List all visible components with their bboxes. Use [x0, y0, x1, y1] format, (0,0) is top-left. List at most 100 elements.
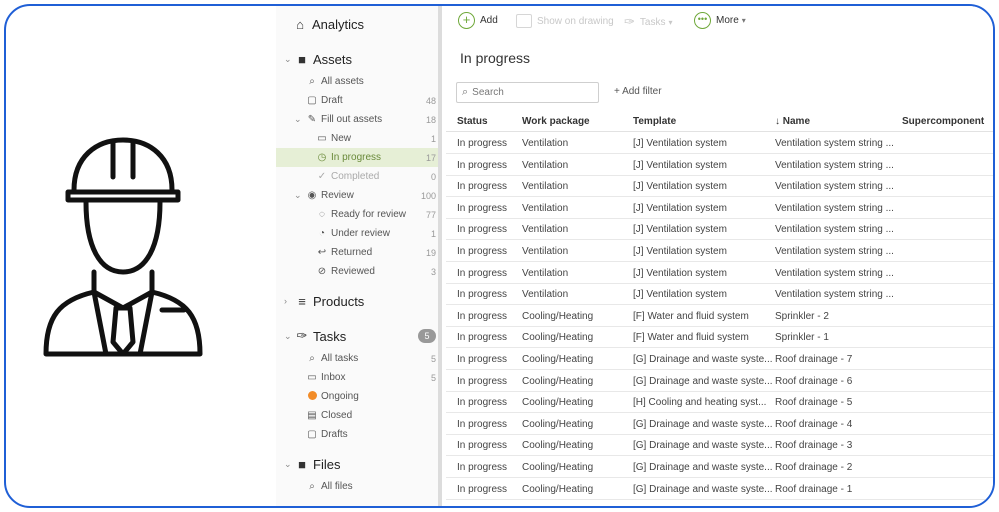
sidebar-item-label: Files — [313, 456, 341, 472]
cell-template: [J] Ventilation system — [633, 224, 727, 236]
cell-work-package: Cooling/Heating — [522, 310, 594, 322]
cell-name: Ventilation system string ... — [775, 138, 894, 149]
cell-work-package: Ventilation — [522, 267, 569, 279]
calendar-icon: ▤ — [307, 410, 317, 421]
sidebar-item-new[interactable]: ▭ New 1 — [276, 129, 438, 148]
sidebar-item-label: Reviewed — [331, 266, 375, 277]
sidebar-item-products[interactable]: › ≡ Products — [276, 289, 438, 313]
cell-template: [G] Drainage and waste syste... — [633, 462, 773, 473]
show-on-drawing-button[interactable]: Show on drawing — [516, 14, 614, 28]
cell-status: In progress — [457, 440, 508, 452]
sidebar-item-tasks[interactable]: ⌄ ✑ Tasks 5 — [276, 324, 438, 348]
cell-template: [F] Water and fluid system — [633, 310, 749, 322]
table-row[interactable]: In progress Ventilation [J] Ventilation sy… — [446, 284, 993, 306]
sidebar-item-label: Review — [321, 190, 354, 201]
table-row[interactable]: In progress Ventilation [J] Ventilation sy… — [446, 219, 993, 241]
cell-template: [G] Drainage and waste syste... — [633, 483, 773, 495]
table-row[interactable]: In progress Ventilation [J] Ventilation sy… — [446, 263, 993, 284]
sidebar-item-files[interactable]: ⌄ ■ Files — [276, 452, 438, 476]
column-header-work-package[interactable]: Work package — [522, 116, 590, 127]
cell-work-package: Cooling/Heating — [522, 462, 594, 473]
document-icon: ▢ — [307, 95, 317, 106]
sidebar-item-ongoing[interactable]: Ongoing — [276, 387, 438, 406]
cell-template: [J] Ventilation system — [633, 138, 727, 149]
table-row[interactable]: In progress Ventilation [J] Ventilation sy… — [446, 155, 993, 176]
orange-dot-icon — [306, 390, 318, 403]
column-header-template[interactable]: Template — [633, 116, 676, 127]
column-header-name[interactable]: ↓ Name — [775, 116, 810, 127]
return-arrow-icon: ↩ — [317, 247, 327, 258]
search-icon: ⌕ — [309, 76, 315, 87]
screenshot-frame: ⌂ Analytics ⌄ ■ Assets ⌕ All assets ▢ Dr… — [4, 4, 995, 508]
table-row[interactable]: In progress Cooling/Heating [G] Drainage a… — [446, 435, 993, 457]
cell-template: [G] Drainage and waste syste... — [633, 354, 773, 365]
sidebar-item-drafts[interactable]: ▢ Drafts — [276, 425, 438, 444]
table-row[interactable]: In progress Cooling/Heating [F] Water and … — [446, 327, 993, 349]
cell-work-package: Cooling/Heating — [522, 418, 594, 430]
sidebar-item-label: New — [331, 133, 352, 144]
cell-name: Sprinkler - 2 — [775, 310, 829, 322]
inbox-icon: ▭ — [307, 372, 317, 383]
search-icon: ⌕ — [462, 86, 469, 98]
column-header-supercomponent[interactable]: Supercomponent — [902, 116, 984, 127]
sidebar-item-reviewed[interactable]: ⊘ Reviewed 3 — [276, 262, 438, 281]
sidebar-item-review[interactable]: ⌄ ◉ Review 100 — [276, 186, 438, 205]
table-row[interactable]: In progress Ventilation [J] Ventilation sy… — [446, 241, 993, 262]
cell-template: [J] Ventilation system — [633, 246, 727, 257]
column-header-status[interactable]: Status — [457, 116, 488, 127]
tasks-dropdown[interactable]: ✑ Tasks ▾ — [624, 14, 672, 30]
sidebar-item-label: All tasks — [321, 353, 359, 364]
more-dropdown[interactable]: ••• More ▾ — [694, 12, 746, 29]
checkmark-icon: ✓ — [317, 171, 327, 182]
sidebar-item-assets[interactable]: ⌄ ■ Assets — [276, 47, 438, 71]
sidebar-item-in-progress[interactable]: ◷ In progress 17 — [276, 148, 438, 167]
pencil-icon: ✎ — [307, 114, 317, 125]
table-row[interactable]: In progress Ventilation [J] Ventilation sy… — [446, 198, 993, 219]
table-row[interactable]: In progress Cooling/Heating [G] Drainage a… — [446, 457, 993, 478]
cell-work-package: Cooling/Heating — [522, 440, 594, 452]
more-icon: ••• — [694, 12, 711, 29]
cell-template: [F] Water and fluid system — [633, 332, 749, 344]
sidebar-item-label: All assets — [321, 76, 364, 87]
search-input[interactable]: ⌕ Search — [456, 82, 599, 103]
sidebar-item-draft[interactable]: ▢ Draft 48 — [276, 91, 438, 110]
table-row[interactable]: In progress Cooling/Heating [H] Cooling an… — [446, 392, 993, 414]
sidebar-item-ready-for-review[interactable]: ◌ Ready for review 77 — [276, 205, 438, 224]
add-button[interactable]: + Add — [458, 12, 498, 29]
sidebar-item-all-files[interactable]: ⌕ All files — [276, 477, 438, 496]
sidebar-item-completed[interactable]: ✓ Completed 0 — [276, 167, 438, 186]
table-header: Status Work package Template ↓ Name Supe… — [446, 112, 993, 132]
cell-name: Roof drainage - 6 — [775, 375, 853, 387]
cell-status: In progress — [457, 267, 508, 279]
sidebar-item-analytics[interactable]: ⌂ Analytics — [276, 12, 438, 36]
sidebar-item-label: All files — [321, 481, 353, 492]
table-row[interactable]: In progress Cooling/Heating [G] Drainage a… — [446, 414, 993, 435]
cell-work-package: Ventilation — [522, 159, 569, 171]
sidebar-item-under-review[interactable]: ◔ Under review 1 — [276, 224, 438, 243]
table-row[interactable]: In progress Ventilation [J] Ventilation sy… — [446, 133, 993, 154]
clock-check-icon: ◌ — [319, 209, 325, 220]
sidebar-item-inbox[interactable]: ▭ Inbox 5 — [276, 368, 438, 387]
cell-name: Roof drainage - 5 — [775, 397, 853, 409]
sidebar: ⌂ Analytics ⌄ ■ Assets ⌕ All assets ▢ Dr… — [276, 6, 442, 506]
sidebar-item-fill-out-assets[interactable]: ⌄ ✎ Fill out assets 18 — [276, 110, 438, 129]
cell-status: In progress — [457, 289, 508, 301]
table-row[interactable]: In progress Cooling/Heating [F] Water and … — [446, 306, 993, 327]
table-row[interactable]: In progress Ventilation [J] Ventilation sy… — [446, 176, 993, 198]
sidebar-item-label: Drafts — [321, 429, 348, 440]
sidebar-item-all-assets[interactable]: ⌕ All assets — [276, 72, 438, 91]
table-row[interactable]: In progress Cooling/Heating [G] Drainage a… — [446, 349, 993, 370]
sidebar-item-returned[interactable]: ↩ Returned 19 — [276, 243, 438, 262]
chevron-down-icon: ▾ — [741, 16, 746, 25]
cell-work-package: Ventilation — [522, 202, 569, 214]
sidebar-item-label: Draft — [321, 95, 343, 106]
sidebar-item-closed[interactable]: ▤ Closed — [276, 406, 438, 425]
table-row[interactable]: In progress Cooling/Heating [G] Drainage a… — [446, 479, 993, 500]
sidebar-item-all-tasks[interactable]: ⌕ All tasks 5 — [276, 349, 438, 368]
briefcase-icon: ■ — [298, 51, 306, 67]
table-row[interactable]: In progress Cooling/Heating [G] Drainage a… — [446, 371, 993, 392]
add-filter-button[interactable]: + Add filter — [614, 86, 662, 97]
cell-status: In progress — [457, 181, 508, 193]
search-placeholder: Search — [472, 87, 504, 98]
cell-template: [G] Drainage and waste syste... — [633, 375, 773, 387]
